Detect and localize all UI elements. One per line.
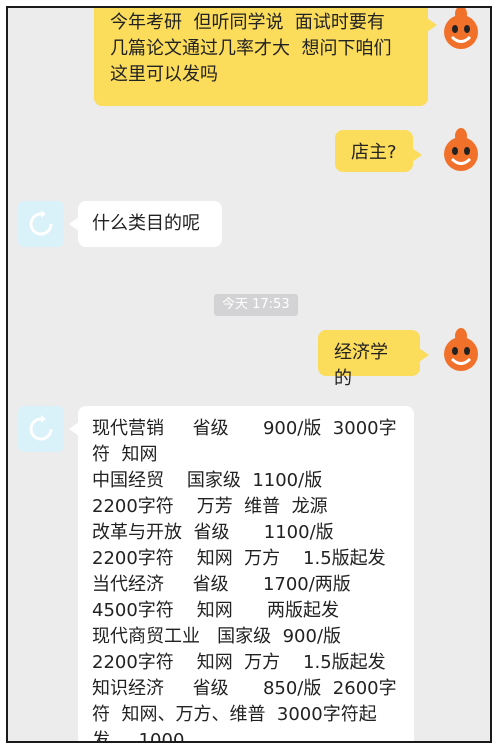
message-bubble-incoming: 什么类目的呢: [69, 201, 222, 247]
refresh-circle-icon: [29, 415, 53, 441]
shop-avatar-icon[interactable]: [438, 6, 484, 52]
message-bubble-outgoing: 店主?: [335, 130, 422, 172]
message-bubble-outgoing: 今年考研 但听同学说 面试时要有 几篇论文通过几率才大 想问下咱们 这里可以发吗: [94, 8, 437, 106]
message-bubble-outgoing: 经济学的: [318, 330, 429, 389]
shop-avatar-icon[interactable]: [438, 328, 484, 374]
user-avatar[interactable]: [18, 201, 64, 247]
timestamp: 今天 17:53: [214, 294, 298, 316]
refresh-circle-icon: [29, 210, 53, 236]
user-avatar[interactable]: [18, 406, 64, 452]
shop-avatar-icon[interactable]: [438, 128, 484, 174]
chat-window: 今年考研 但听同学说 面试时要有 几篇论文通过几率才大 想问下咱们 这里可以发吗…: [6, 6, 492, 743]
message-bubble-incoming: 现代营销 省级 900/版 3000字 符 知网 中国经贸 国家级 1100/版…: [69, 406, 414, 741]
